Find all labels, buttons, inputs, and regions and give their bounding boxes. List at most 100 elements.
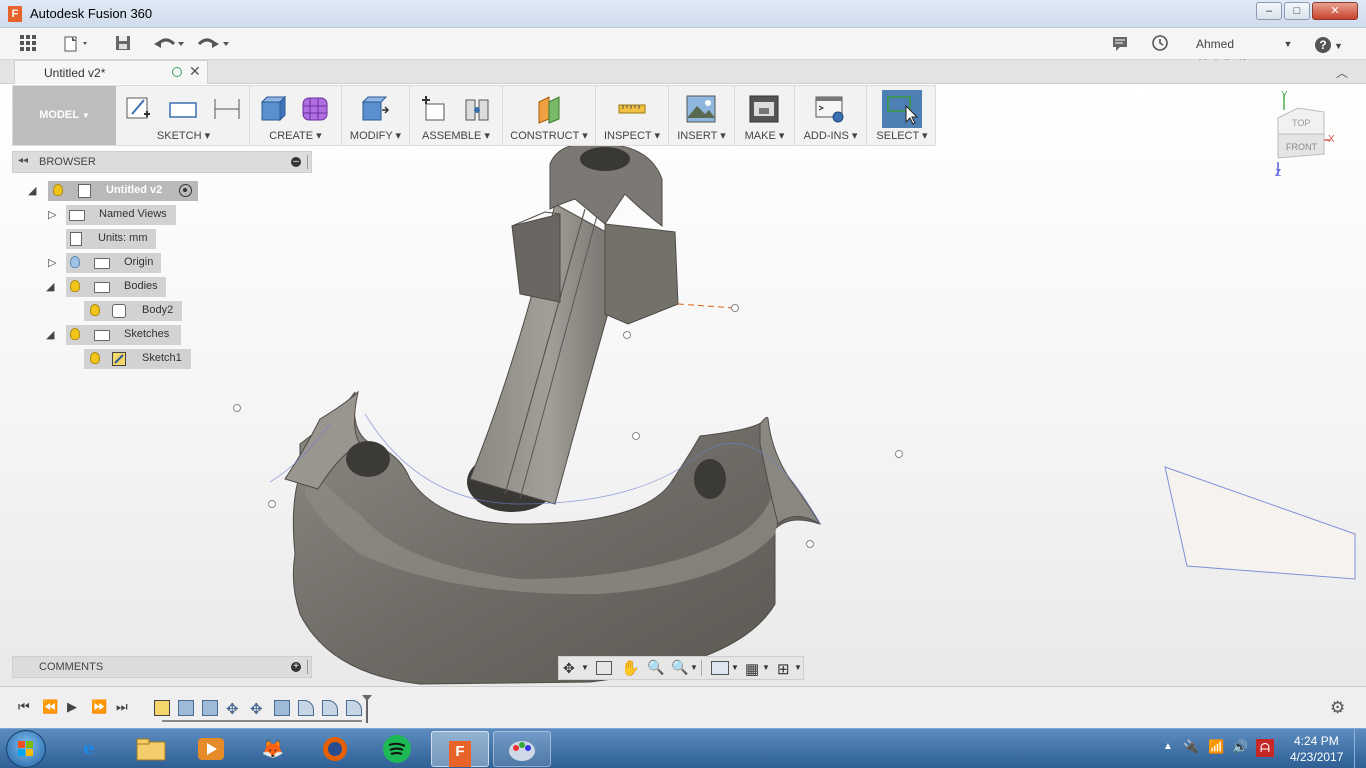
viewcube-face-top[interactable]: TOP: [1292, 118, 1310, 128]
media-player-icon[interactable]: [182, 731, 240, 767]
timeline-settings-gear-icon[interactable]: ⚙: [1330, 698, 1345, 718]
close-window-button[interactable]: ✕: [1312, 2, 1358, 20]
extrude-icon[interactable]: [258, 94, 288, 124]
browser-named-views[interactable]: ▷ Named Views: [46, 205, 176, 225]
browser-bodies[interactable]: ◢ Bodies: [46, 277, 166, 297]
paint-icon[interactable]: [493, 731, 551, 767]
timeline-sketch-icon[interactable]: [154, 700, 170, 716]
display-chevron-down-icon[interactable]: ▼: [731, 663, 739, 672]
fit-icon[interactable]: 🔍: [671, 659, 688, 676]
file-menu-icon[interactable]: [62, 34, 92, 54]
close-tab-icon[interactable]: ✕: [189, 63, 201, 80]
grid-chevron-down-icon[interactable]: ▼: [762, 663, 770, 672]
viewports-icon[interactable]: ⊞: [777, 660, 790, 678]
browser-minimize-icon[interactable]: –: [291, 157, 301, 167]
safely-remove-hardware-icon[interactable]: 🔌: [1183, 739, 1199, 755]
timeline-end-icon[interactable]: ⏭: [116, 699, 128, 715]
timeline-marker[interactable]: [362, 695, 372, 723]
timeline-combine-icon[interactable]: [274, 700, 290, 716]
browser-units[interactable]: Units: mm: [66, 229, 156, 249]
zoom-icon[interactable]: 🔍: [647, 659, 664, 676]
make-group[interactable]: MAKE ▾: [735, 86, 795, 145]
root-visibility-bulb-icon[interactable]: [53, 184, 63, 196]
minimize-button[interactable]: –: [1256, 2, 1282, 20]
display-settings-icon[interactable]: [711, 661, 729, 675]
comments-icon[interactable]: [1110, 34, 1130, 54]
show-hidden-icons-chevron-up-icon[interactable]: ▲: [1163, 741, 1173, 752]
origin-visibility-bulb-icon[interactable]: [70, 256, 80, 268]
data-panel-grid-icon[interactable]: [19, 34, 39, 54]
3d-print-icon[interactable]: [749, 94, 779, 124]
fusion-360-taskbar-icon[interactable]: F: [431, 731, 489, 767]
viewcube-face-front[interactable]: FRONT: [1286, 142, 1317, 152]
browser-origin[interactable]: ▷ Origin: [46, 253, 161, 273]
construct-group[interactable]: CONSTRUCT ▾: [503, 86, 596, 145]
timeline-next-icon[interactable]: ⏩: [91, 699, 107, 715]
internet-explorer-icon[interactable]: e: [60, 731, 118, 767]
orbit-icon[interactable]: ✥: [563, 660, 575, 677]
save-icon[interactable]: [113, 34, 133, 54]
timeline-fillet-icon[interactable]: [322, 700, 338, 716]
timeline-move-icon[interactable]: ✥: [250, 700, 263, 718]
browser-root-node[interactable]: ◢ Untitled v2: [28, 181, 208, 201]
clock-date[interactable]: 4/23/2017: [1290, 750, 1343, 764]
job-status-clock-icon[interactable]: [1150, 34, 1170, 54]
timeline-extrude-icon[interactable]: [178, 700, 194, 716]
maximize-button[interactable]: □: [1284, 2, 1310, 20]
workspace-switcher[interactable]: MODEL ▼: [13, 86, 116, 145]
modify-group[interactable]: MODIFY ▾: [342, 86, 410, 145]
joint-icon[interactable]: [462, 94, 492, 124]
collapse-chevron-up-icon[interactable]: ︿: [1336, 64, 1348, 81]
bodies-visibility-bulb-icon[interactable]: [70, 280, 80, 292]
add-comment-icon[interactable]: +: [291, 662, 301, 672]
zoom-chevron-down-icon[interactable]: ▼: [690, 663, 698, 672]
timeline-fillet-icon[interactable]: [298, 700, 314, 716]
pan-hand-icon[interactable]: ✋: [621, 659, 640, 677]
browser-sketch1[interactable]: Sketch1: [84, 349, 191, 369]
viewcube[interactable]: Y X Z TOP FRONT: [1268, 90, 1348, 186]
insert-group[interactable]: INSERT ▾: [669, 86, 735, 145]
body2-visibility-bulb-icon[interactable]: [90, 304, 100, 316]
timeline-start-icon[interactable]: ⏮: [18, 699, 30, 715]
acrobat-tray-icon[interactable]: ᗩ: [1256, 739, 1274, 757]
show-desktop-button[interactable]: [1354, 729, 1366, 768]
select-group[interactable]: SELECT ▾: [867, 86, 937, 145]
activate-component-icon[interactable]: [179, 184, 192, 197]
clock-time[interactable]: 4:24 PM: [1294, 734, 1339, 748]
firefox-icon[interactable]: [306, 731, 364, 767]
look-at-icon[interactable]: [596, 661, 612, 675]
collapse-browser-icon[interactable]: ◂◂: [18, 155, 28, 166]
network-signal-icon[interactable]: 📶: [1208, 739, 1224, 755]
spotify-icon[interactable]: [368, 731, 426, 767]
scripts-addins-icon[interactable]: [815, 94, 845, 124]
select-tool-icon[interactable]: [882, 90, 922, 128]
offset-plane-icon[interactable]: [535, 94, 565, 124]
browser-body2[interactable]: Body2: [84, 301, 182, 321]
user-account-menu[interactable]: Ahmed Abdellatif: [1196, 34, 1282, 71]
browser-panel-header[interactable]: ◂◂ BROWSER –: [12, 151, 312, 173]
timeline-extrude-icon[interactable]: [202, 700, 218, 716]
rectangle-icon[interactable]: [168, 94, 198, 124]
inspect-group[interactable]: INSPECT ▾: [596, 86, 669, 145]
help-menu[interactable]: ? ▼: [1314, 34, 1344, 54]
timeline-play-icon[interactable]: ▶: [67, 699, 77, 715]
gimp-icon[interactable]: 🦊: [244, 731, 302, 767]
grid-settings-icon[interactable]: ▦: [745, 660, 759, 678]
3d-viewport[interactable]: Y X Z TOP FRONT: [0, 84, 1366, 686]
tab-untitled-v2[interactable]: Untitled v2* ✕: [14, 60, 208, 84]
assemble-group[interactable]: ASSEMBLE ▾: [410, 86, 503, 145]
create-group[interactable]: CREATE ▾: [250, 86, 342, 145]
sketches-visibility-bulb-icon[interactable]: [70, 328, 80, 340]
start-button[interactable]: [6, 730, 46, 768]
sketch1-visibility-bulb-icon[interactable]: [90, 352, 100, 364]
root-expanded-triangle-icon[interactable]: ◢: [28, 185, 40, 197]
timeline-previous-icon[interactable]: ⏪: [42, 699, 58, 715]
sketches-expanded-triangle-icon[interactable]: ◢: [46, 329, 58, 341]
viewports-chevron-down-icon[interactable]: ▼: [794, 663, 802, 672]
file-explorer-icon[interactable]: [122, 731, 180, 767]
press-pull-icon[interactable]: [360, 94, 390, 124]
bodies-expanded-triangle-icon[interactable]: ◢: [46, 281, 58, 293]
create-sketch-icon[interactable]: [124, 94, 154, 124]
insert-image-icon[interactable]: [686, 94, 716, 124]
timeline-features[interactable]: ✥ ✥: [152, 699, 366, 722]
